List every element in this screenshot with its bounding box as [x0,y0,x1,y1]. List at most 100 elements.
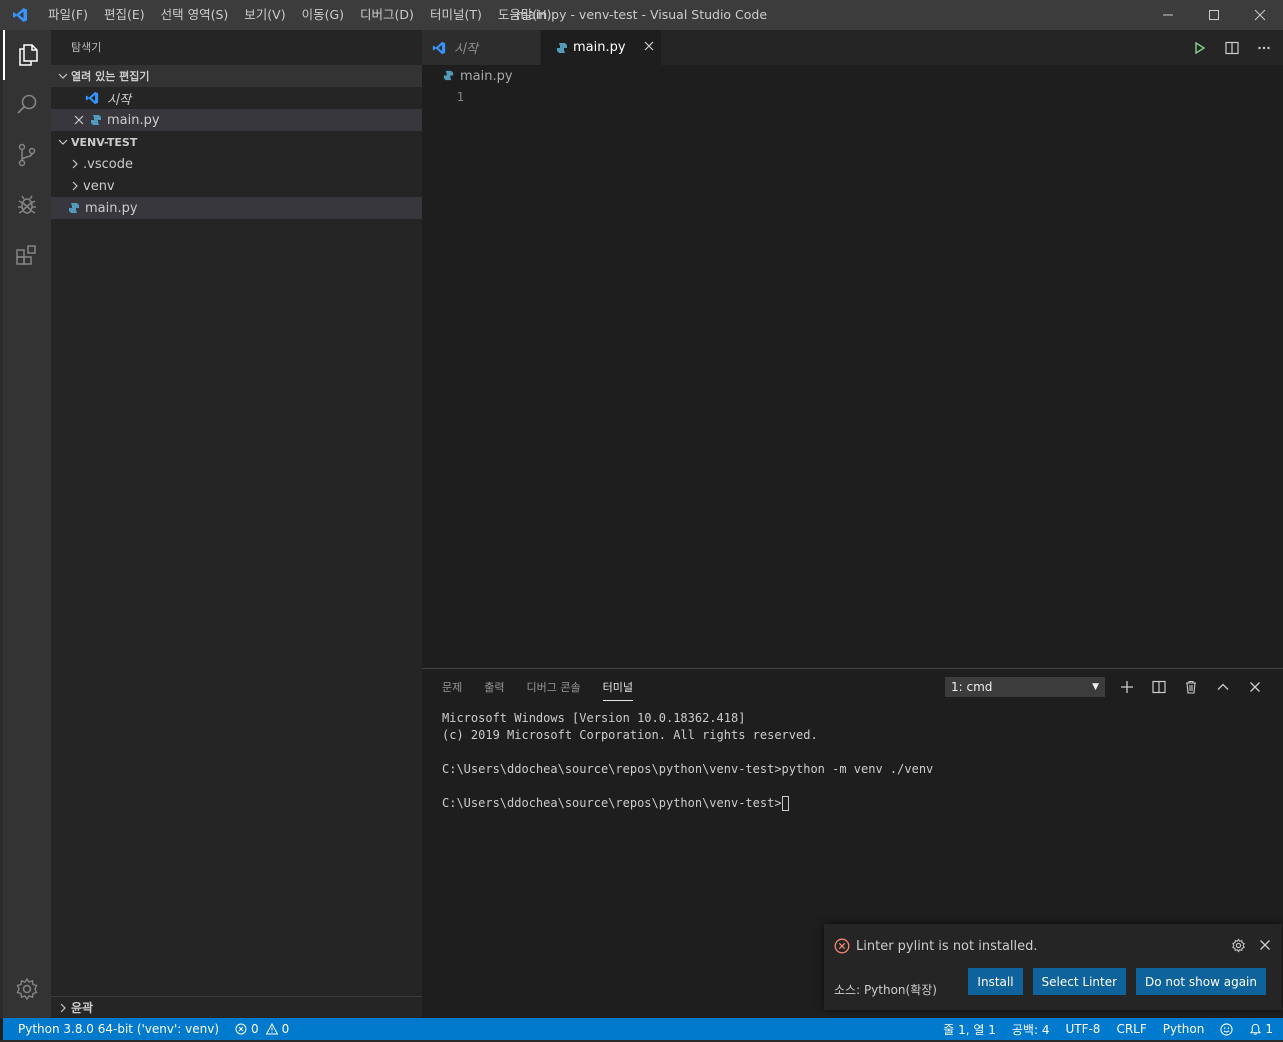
cursor-position-status[interactable]: 줄 1, 열 1 [943,1021,996,1038]
maximize-button[interactable] [1191,0,1237,30]
status-bar: Python 3.8.0 64-bit ('venv': venv) 0 0 줄… [3,1018,1283,1040]
feedback-smiley-icon[interactable] [1220,1022,1233,1036]
kill-terminal-button[interactable] [1182,678,1200,696]
minimize-icon [1163,14,1173,16]
breadcrumb[interactable]: main.py [422,65,1283,87]
encoding-status[interactable]: UTF-8 [1065,1022,1100,1036]
menu-edit[interactable]: 편집(E) [96,0,153,30]
files-icon [19,44,38,66]
status-bar-left: Python 3.8.0 64-bit ('venv': venv) 0 0 [3,1022,289,1036]
split-editor-icon[interactable] [1225,41,1239,55]
close-icon[interactable] [644,40,654,55]
notifications-status[interactable]: 1 [1249,1022,1273,1036]
menu-terminal[interactable]: 터미널(T) [422,0,490,30]
close-window-button[interactable] [1237,0,1283,30]
maximize-panel-button[interactable] [1214,678,1232,696]
run-icon[interactable] [1193,41,1207,55]
debug-activity-button[interactable] [3,180,51,230]
terminal-prompt-line: C:\Users\ddochea\source\repos\python\ven… [442,795,1283,812]
tab-debug-console[interactable]: 디버그 콘솔 [527,679,581,695]
title-bar: 파일(F) 편집(E) 선택 영역(S) 보기(V) 이동(G) 디버그(D) … [0,0,1283,30]
menu-file[interactable]: 파일(F) [40,0,96,30]
extensions-activity-button[interactable] [3,230,51,280]
gear-icon[interactable] [1231,938,1246,953]
open-editor-item-welcome[interactable]: 시작 [51,87,422,109]
select-linter-button[interactable]: Select Linter [1032,968,1127,995]
tree-item-main-py[interactable]: main.py [51,197,422,219]
open-editors-section-header[interactable]: 열려 있는 편집기 [51,65,422,87]
window-controls [1145,0,1283,30]
python-file-icon [67,201,81,215]
panel-actions [1118,669,1264,704]
bell-icon [1249,1023,1262,1036]
tab-main-py[interactable]: main.py [541,30,662,65]
editor-group: 시작 main.py main.py 1 [422,30,1283,668]
extensions-icon [16,245,36,265]
outline-section-header[interactable]: 윤곽 [51,996,422,1018]
terminal-line: Microsoft Windows [Version 10.0.18362.41… [442,711,746,725]
warning-icon [265,1023,278,1035]
menu-selection[interactable]: 선택 영역(S) [153,0,237,30]
error-count: 0 [251,1022,259,1036]
close-icon[interactable] [1258,938,1272,953]
python-file-icon [89,113,103,127]
terminal-select-value: 1: cmd [951,680,993,694]
language-mode-status[interactable]: Python [1163,1022,1205,1036]
minimize-button[interactable] [1145,0,1191,30]
sidebar-title: 탐색기 [71,41,102,54]
menu-view[interactable]: 보기(V) [236,0,293,30]
tab-problems[interactable]: 문제 [442,679,462,695]
error-icon [834,938,850,954]
python-interpreter-status[interactable]: Python 3.8.0 64-bit ('venv': venv) [18,1022,219,1036]
indentation-status[interactable]: 공백: 4 [1012,1021,1050,1038]
menu-bar: 파일(F) 편집(E) 선택 영역(S) 보기(V) 이동(G) 디버그(D) … [40,0,559,30]
chevron-right-icon [55,1003,71,1013]
project-section-header[interactable]: VENV-TEST [51,131,422,153]
tree-item-label: venv [83,178,115,194]
menu-go[interactable]: 이동(G) [294,0,352,30]
explorer-sidebar: 탐색기 열려 있는 편집기 시작 main.py VENV-TEST .vsco… [51,30,422,1018]
chevron-up-icon [1217,683,1229,690]
notification-actions: Install Select Linter Do not show again [968,968,1266,995]
close-panel-button[interactable] [1246,678,1264,696]
notification-toast: Linter pylint is not installed. 소스: Pyth… [824,924,1282,1010]
terminal-output[interactable]: Microsoft Windows [Version 10.0.18362.41… [422,704,1283,812]
terminal-select[interactable]: 1: cmd ▼ [945,677,1105,697]
open-editor-item-main-py[interactable]: main.py [51,109,422,131]
do-not-show-again-button[interactable]: Do not show again [1136,968,1266,995]
manage-activity-button[interactable] [3,964,51,1014]
close-icon [1254,9,1266,21]
close-icon [1250,681,1260,692]
source-control-activity-button[interactable] [3,130,51,180]
close-icon[interactable] [71,115,87,125]
new-terminal-button[interactable] [1118,678,1136,696]
install-button[interactable]: Install [968,968,1023,995]
vscode-logo-icon [432,41,446,55]
search-activity-button[interactable] [3,80,51,130]
split-terminal-button[interactable] [1150,678,1168,696]
terminal-prompt: C:\Users\ddochea\source\repos\python\ven… [442,796,782,810]
tree-item-vscode-folder[interactable]: .vscode [51,153,422,175]
chevron-right-icon [67,159,83,169]
menu-help[interactable]: 도움말(H) [490,0,560,30]
tree-item-venv-folder[interactable]: venv [51,175,422,197]
notification-controls [1231,938,1272,953]
editor-actions [1193,30,1271,65]
problems-status[interactable]: 0 0 [235,1022,289,1036]
terminal-line: (c) 2019 Microsoft Corporation. All righ… [442,728,818,742]
tab-output[interactable]: 출력 [484,679,504,695]
menu-debug[interactable]: 디버그(D) [352,0,422,30]
eol-status[interactable]: CRLF [1116,1022,1146,1036]
debug-icon [18,195,36,214]
notification-footer: 소스: Python(확장) Install Select Linter Do … [824,968,1282,1010]
code-line[interactable]: 1 [422,87,1283,106]
open-editor-label: 시작 [107,92,131,108]
explorer-activity-button[interactable] [3,30,51,80]
editor-tabs: 시작 main.py [422,30,1283,65]
tab-label: main.py [573,40,626,55]
tab-terminal[interactable]: 터미널 [602,679,633,701]
more-actions-icon[interactable] [1257,41,1271,55]
tab-welcome[interactable]: 시작 [422,30,541,65]
error-icon [235,1023,247,1035]
